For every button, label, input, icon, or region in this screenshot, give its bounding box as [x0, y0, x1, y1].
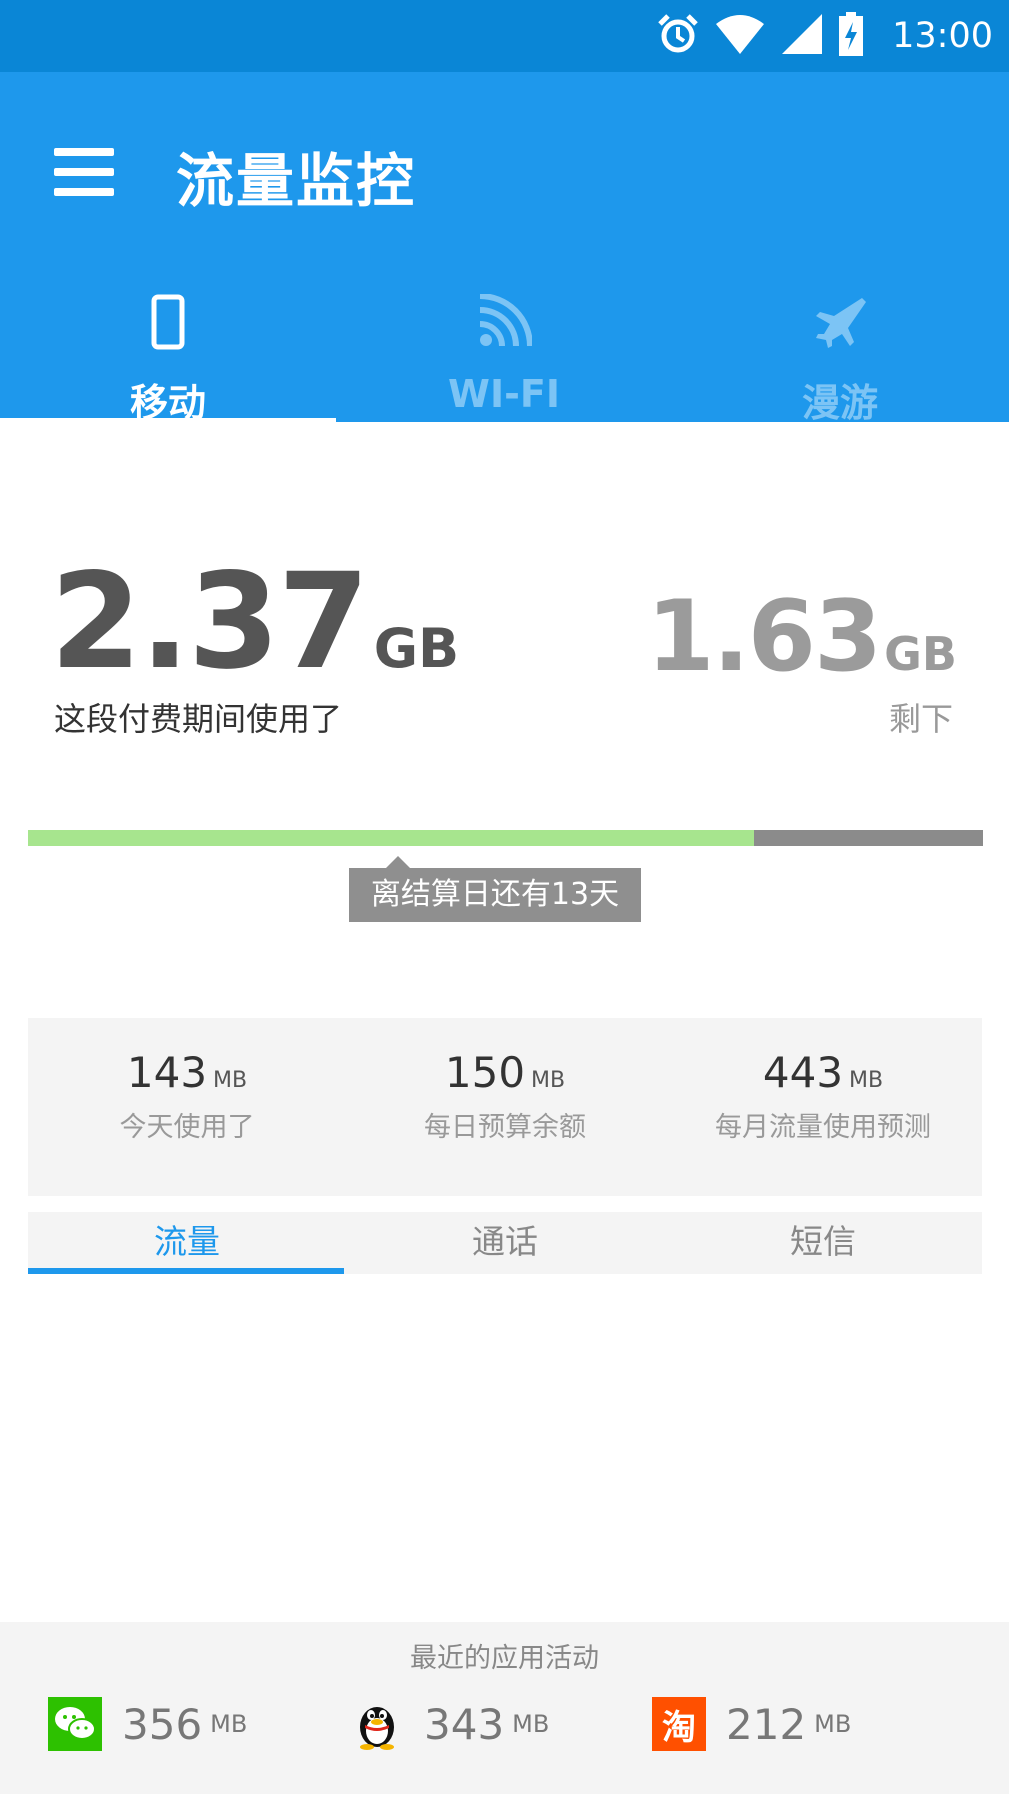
app-usage-unit: MB — [210, 1710, 248, 1738]
cell-signal-icon — [780, 12, 824, 60]
stat-daily-budget: 150 MB 每日预算余额 — [346, 1048, 664, 1144]
billing-cycle-tooltip: 离结算日还有13天 — [349, 868, 641, 922]
app-usage-unit: MB — [814, 1710, 852, 1738]
wechat-icon — [48, 1697, 102, 1751]
status-bar: 13:00 — [0, 0, 1009, 72]
stat-unit: MB — [213, 1068, 248, 1093]
recent-app-qq[interactable]: 343 MB — [350, 1692, 549, 1756]
tab-calls[interactable]: 通话 — [346, 1212, 664, 1274]
tab-indicator — [0, 418, 336, 424]
usage-type-tabs: 流量 通话 短信 — [28, 1212, 982, 1274]
app-usage-value: 343 — [424, 1699, 505, 1749]
app-usage-value: 212 — [726, 1699, 807, 1749]
wifi-signal-icon — [714, 12, 766, 60]
stat-label: 每日预算余额 — [424, 1112, 586, 1143]
used-label: 这段付费期间使用了 — [54, 700, 343, 738]
airplane-icon — [812, 294, 868, 354]
used-unit: GB — [373, 617, 460, 680]
taobao-logo-text: 淘 — [662, 1707, 696, 1748]
qq-penguin-icon — [350, 1697, 404, 1751]
subtab-indicator — [28, 1268, 344, 1274]
recent-title: 最近的应用活动 — [410, 1643, 599, 1674]
stat-label: 每月流量使用预测 — [715, 1112, 931, 1143]
stat-today-used: 143 MB 今天使用了 — [28, 1048, 346, 1144]
battery-charging-icon — [838, 12, 864, 60]
daily-stats-panel: 143 MB 今天使用了 150 MB 每日预算余额 443 MB 每月流量使用预测 — [28, 1018, 982, 1196]
used-amount: 2.37 GB — [50, 545, 459, 699]
hamburger-menu-icon[interactable] — [54, 148, 114, 196]
stat-value: 150 — [444, 1048, 526, 1097]
recent-app-taobao[interactable]: 淘 212 MB — [652, 1692, 851, 1756]
tooltip-arrow — [386, 856, 410, 868]
stat-value: 143 — [126, 1048, 208, 1097]
recent-app-wechat[interactable]: 356 MB — [48, 1692, 247, 1756]
remaining-amount: 1.63GB — [646, 580, 957, 694]
stat-unit: MB — [849, 1068, 884, 1093]
wifi-icon — [476, 293, 533, 354]
status-time: 13:00 — [892, 16, 993, 56]
tab-roaming-label: 漫游 — [801, 381, 878, 425]
recent-app-activity: 最近的应用活动 356 MB 343 MB 淘 212 MB — [0, 1622, 1009, 1794]
remaining-label: 剩下 — [888, 700, 953, 738]
tab-wifi-label: WI-FI — [448, 372, 560, 416]
used-value: 2.37 — [50, 545, 370, 699]
status-icons: 13:00 — [656, 0, 1009, 72]
app-bar: 流量监控 移动 WI-FI 漫游 — [0, 72, 1009, 425]
tab-wifi[interactable]: WI-FI — [336, 272, 672, 422]
app-usage-unit: MB — [512, 1710, 550, 1738]
usage-progress-bar — [28, 830, 983, 846]
remaining-unit: GB — [884, 627, 957, 681]
usage-progress-fill — [28, 830, 754, 846]
stat-monthly-forecast: 443 MB 每月流量使用预测 — [664, 1048, 982, 1144]
stat-unit: MB — [531, 1068, 566, 1093]
alarm-icon — [656, 12, 700, 60]
app-usage-value: 356 — [122, 1699, 203, 1749]
network-tabs: 移动 WI-FI 漫游 — [0, 272, 1009, 425]
tab-roaming[interactable]: 漫游 — [672, 272, 1008, 425]
stat-value: 443 — [762, 1048, 844, 1097]
tab-data[interactable]: 流量 — [28, 1212, 346, 1274]
page-title: 流量监控 — [176, 147, 417, 215]
stat-label: 今天使用了 — [119, 1112, 255, 1143]
tab-sms[interactable]: 短信 — [664, 1212, 982, 1274]
tab-mobile[interactable]: 移动 — [0, 272, 336, 425]
taobao-icon: 淘 — [652, 1697, 706, 1751]
remaining-value: 1.63 — [646, 580, 882, 694]
phone-icon — [151, 294, 185, 354]
